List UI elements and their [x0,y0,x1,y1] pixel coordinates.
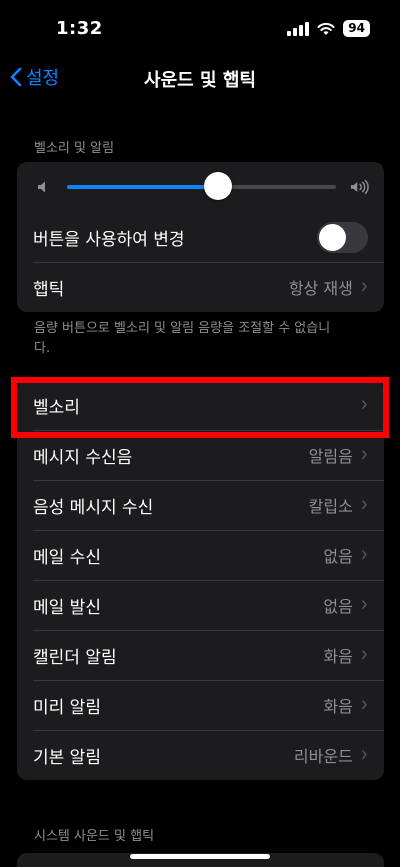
navigation-bar: 설정 사운드 및 햅틱 [0,58,400,98]
row-label: 메일 발신 [33,597,101,618]
section-header-ringer: 벨소리 및 알림 [34,141,115,156]
text-tone-row[interactable]: 메시지 수신음 알림음 › [17,430,384,480]
row-value: 화음 [323,647,353,666]
chevron-right-icon: › [360,590,368,618]
chevron-right-icon: › [360,640,368,668]
row-label: 음성 메시지 수신 [33,497,154,518]
status-bar: 1:32 94 [0,0,400,60]
chevron-right-icon: › [360,690,368,718]
row-label: 미리 알림 [33,697,101,718]
volume-slider-row [17,162,384,212]
volume-slider[interactable] [67,172,336,200]
row-value: 알림음 [308,447,353,466]
new-mail-row[interactable]: 메일 수신 없음 › [17,530,384,580]
new-voicemail-row[interactable]: 음성 메시지 수신 칼립소 › [17,480,384,530]
page-title: 사운드 및 햅틱 [144,70,256,91]
ringer-group: 버튼을 사용하여 변경 햅틱 항상 재생 › [17,162,384,312]
wifi-icon [317,22,335,35]
chevron-right-icon: › [360,390,368,418]
chevron-right-icon: › [360,490,368,518]
row-value: 화음 [323,697,353,716]
ringtone-row[interactable]: 벨소리 › [17,380,384,430]
speaker-low-icon [33,177,53,197]
toggle-knob [319,223,346,251]
section-header-system: 시스템 사운드 및 햅틱 [34,829,155,844]
row-value: 없음 [323,597,353,616]
volume-slider-fill [67,185,218,189]
sent-mail-row[interactable]: 메일 발신 없음 › [17,580,384,630]
row-value: 리바운드 [293,747,353,766]
ringer-footer-note: 음량 버튼으로 벨소리 및 알림 음량을 조절할 수 없습니다. [34,321,331,356]
chevron-right-icon: › [360,540,368,568]
status-time: 1:32 [56,18,103,39]
change-with-buttons-toggle[interactable] [317,221,368,253]
status-icons: 94 [287,20,370,37]
row-label: 메시지 수신음 [33,447,133,468]
reminder-alerts-row[interactable]: 미리 알림 화음 › [17,680,384,730]
chevron-right-icon: › [360,272,368,300]
change-with-buttons-label: 버튼을 사용하여 변경 [33,229,185,250]
default-alerts-row[interactable]: 기본 알림 리바운드 › [17,730,384,780]
chevron-right-icon: › [360,440,368,468]
volume-slider-thumb[interactable] [203,172,232,200]
sounds-group: 벨소리 › 메시지 수신음 알림음 › 음성 메시지 수신 칼립소 › 메일 수… [17,380,384,780]
cellular-signal-icon [287,21,310,36]
row-value: 없음 [323,547,353,566]
chevron-right-icon: › [360,740,368,768]
speaker-high-icon [350,177,370,197]
row-label: 기본 알림 [33,747,101,768]
change-with-buttons-row: 버튼을 사용하여 변경 [17,212,384,262]
home-indicator [130,854,270,859]
row-label: 벨소리 [33,397,80,418]
haptics-label: 햅틱 [33,279,65,300]
battery-icon: 94 [343,20,370,37]
calendar-alerts-row[interactable]: 캘린더 알림 화음 › [17,630,384,680]
haptics-row[interactable]: 햅틱 항상 재생 › [17,262,384,312]
row-value: 칼립소 [308,497,353,516]
row-label: 캘린더 알림 [33,647,117,668]
haptics-value: 항상 재생 [288,279,353,298]
row-label: 메일 수신 [33,547,101,568]
